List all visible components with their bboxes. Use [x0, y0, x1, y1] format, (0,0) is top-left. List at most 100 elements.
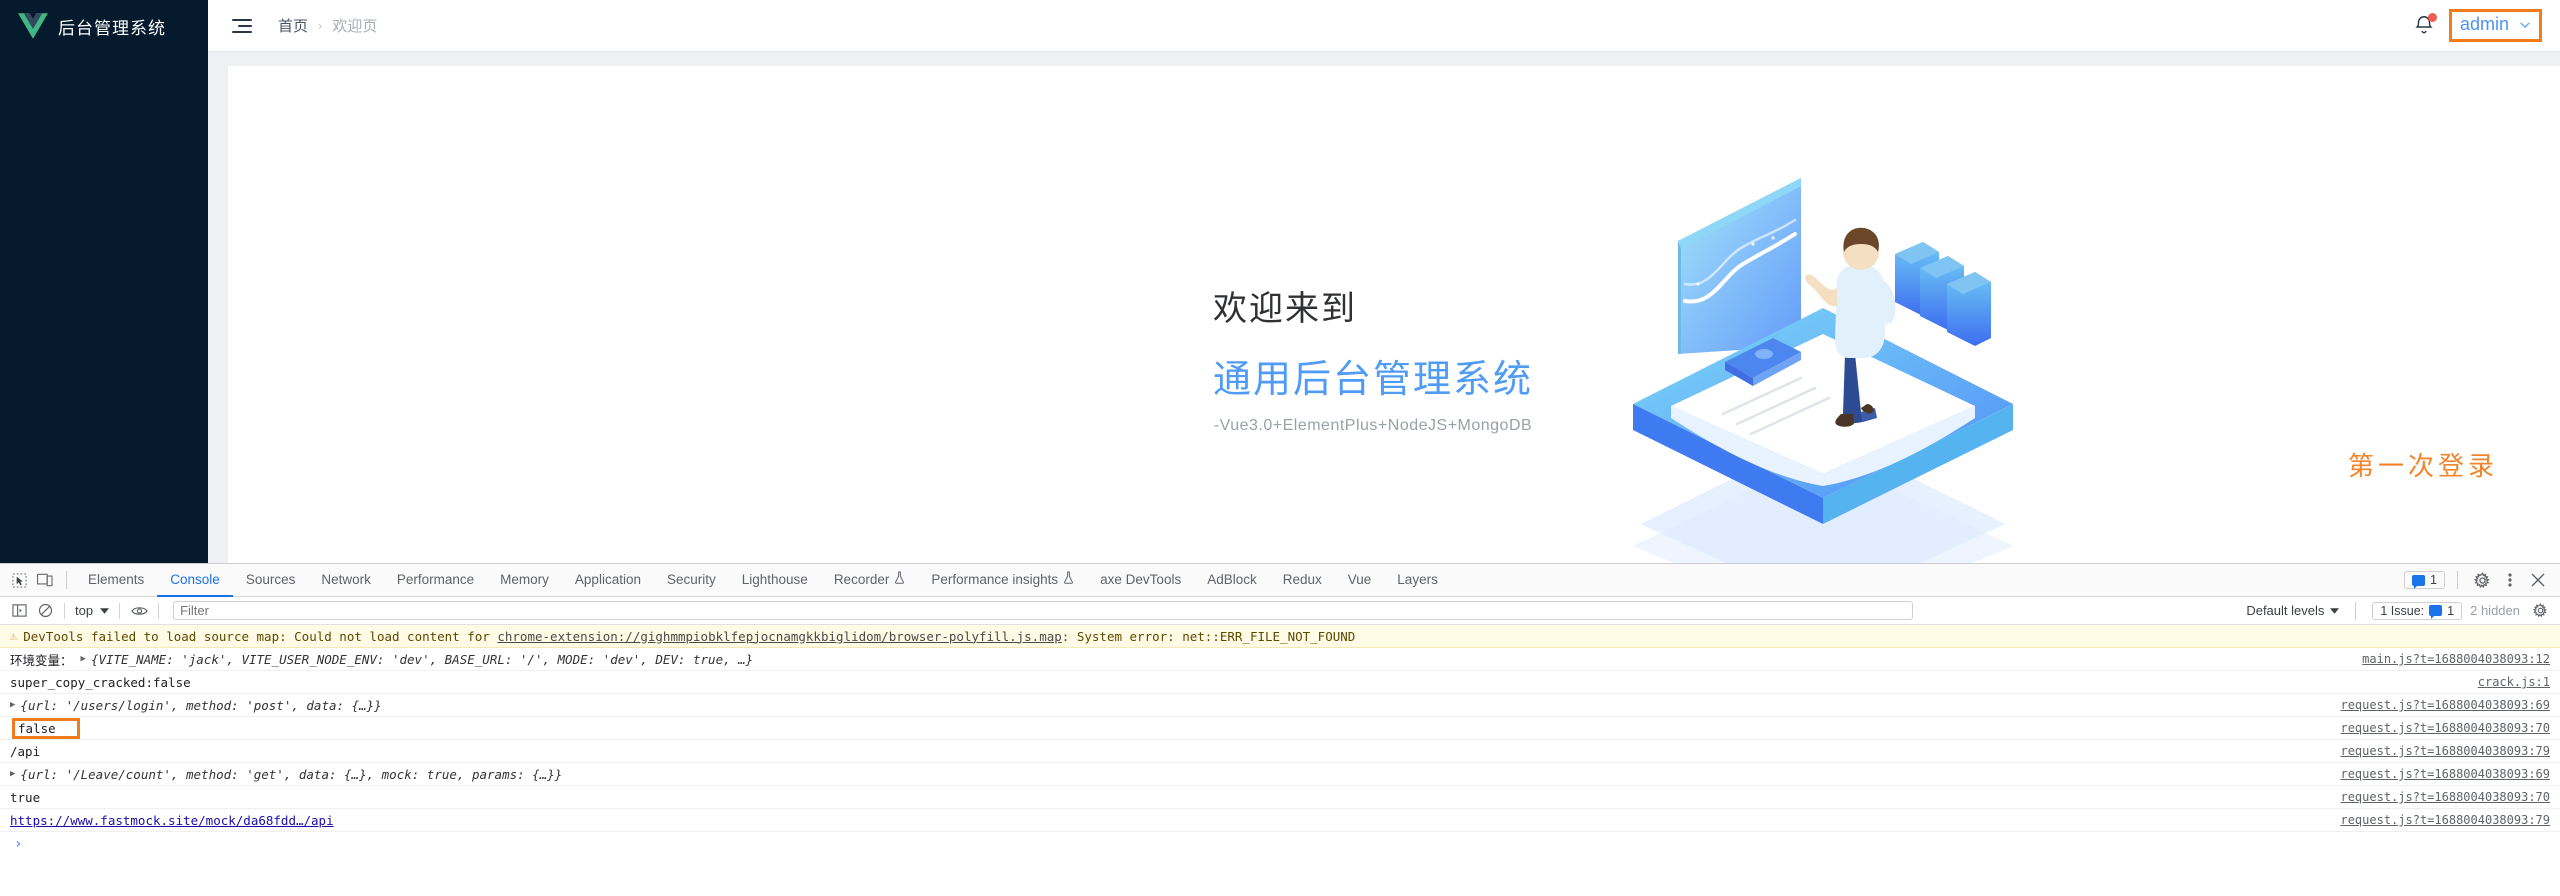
console-issues-label: 1 Issue: [2380, 603, 2425, 618]
expand-triangle-icon[interactable]: ▶ [10, 769, 15, 779]
eye-glyph [130, 606, 148, 615]
devtools-tab-redux[interactable]: Redux [1270, 564, 1335, 597]
devtools-tab-network[interactable]: Network [308, 564, 384, 597]
console-filter-input[interactable] [173, 601, 1914, 620]
sidebar-glyph [11, 604, 27, 617]
console-row[interactable]: 环境变量： ▶ {VITE_NAME: 'jack', VITE_USER_NODE… [0, 648, 2560, 671]
console-row[interactable]: ⚠ DevTools failed to load source map: Cou… [0, 625, 2560, 648]
console-source-link[interactable]: request.js?t=1688004038093:69 [2340, 767, 2550, 781]
devtools-tab-performance[interactable]: Performance [384, 564, 487, 597]
console-object-preview[interactable]: {url: '/users/login', method: 'post', da… [20, 698, 381, 713]
toolbar-divider [66, 571, 67, 589]
console-row[interactable]: ▶ {url: '/Leave/count', method: 'get', da… [0, 763, 2560, 786]
sidebar-logo[interactable]: 后台管理系统 [0, 0, 208, 52]
gear-glyph [2473, 571, 2490, 588]
welcome-line-2: 通用后台管理系统 [1213, 359, 1534, 401]
filter-bar-right: Default levels 1 Issue: 1 2 hidden [2246, 599, 2560, 623]
devtools-tab-memory[interactable]: Memory [487, 564, 562, 597]
devtools-tab-label: Recorder [833, 571, 890, 587]
console-url-link[interactable]: https://www.fastmock.site/mock/da68fdd…/… [10, 813, 334, 828]
source-map-link[interactable]: chrome-extension://gighmmpiobklfepjocnam… [497, 629, 1061, 644]
devtools-tab-axe-devtools[interactable]: axe DevTools [1087, 564, 1194, 597]
console-log-text: /api [10, 743, 41, 759]
devtools-tab-label: Layers [1397, 571, 1438, 587]
issues-counter-button[interactable]: 1 [2404, 571, 2445, 589]
close-icon[interactable] [2526, 568, 2550, 592]
devtools-tab-sources[interactable]: Sources [233, 564, 309, 597]
filter-divider-4 [2355, 601, 2357, 620]
devtools-tab-vue[interactable]: Vue [1335, 564, 1385, 597]
top-header: 首页 › 欢迎页 admin [208, 0, 2560, 52]
inspect-element-icon[interactable] [6, 568, 32, 592]
welcome-text-block: 欢迎来到 通用后台管理系统 -Vue3.0+ElementPlus+NodeJS… [1213, 281, 1533, 435]
console-log-text: super_copy_cracked:false [10, 674, 191, 690]
user-menu-button[interactable]: admin [2448, 9, 2542, 42]
devtools-tab-label: Console [170, 571, 220, 587]
devtools-panel: Elements Console Sources Network Performance… [0, 563, 2560, 896]
console-object-preview[interactable]: {url: '/Leave/count', method: 'get', dat… [20, 767, 562, 782]
notification-bell-icon[interactable] [2413, 12, 2437, 38]
chevron-down-icon [100, 607, 110, 614]
console-source-link[interactable]: request.js?t=1688004038093:70 [2340, 790, 2550, 804]
devtools-tab-elements[interactable]: Elements [75, 564, 157, 597]
devtools-tab-label: Network [321, 571, 371, 587]
live-expression-icon[interactable] [126, 600, 152, 622]
console-source-link[interactable]: crack.js:1 [2478, 675, 2550, 689]
console-source-link[interactable]: main.js?t=1688004038093:12 [2362, 652, 2550, 666]
console-row[interactable]: /api request.js?t=1688004038093:79 [0, 740, 2560, 763]
console-source-link[interactable]: request.js?t=1688004038093:70 [2340, 721, 2550, 735]
device-toolbar-icon[interactable] [32, 568, 58, 592]
clear-console-icon[interactable] [32, 600, 58, 622]
devtools-tab-recorder[interactable]: Recorder [821, 564, 919, 597]
warning-triangle-icon: ⚠ [10, 629, 18, 643]
expand-triangle-icon[interactable]: ▶ [81, 654, 86, 664]
devtools-tab-adblock[interactable]: AdBlock [1194, 564, 1270, 597]
console-source-link[interactable]: request.js?t=1688004038093:69 [2340, 698, 2550, 712]
breadcrumb-home[interactable]: 首页 [278, 15, 308, 36]
console-row[interactable]: ▶ {url: '/users/login', method: 'post', d… [0, 694, 2560, 717]
console-settings-icon[interactable] [2528, 599, 2552, 623]
breadcrumb-separator: › [318, 18, 323, 33]
gear-icon[interactable] [2470, 568, 2494, 592]
console-row[interactable]: super_copy_cracked:false crack.js:1 [0, 671, 2560, 694]
console-message-list[interactable]: ⚠ DevTools failed to load source map: Cou… [0, 625, 2560, 895]
console-row[interactable]: › [0, 832, 2560, 855]
devtools-tab-label: AdBlock [1207, 571, 1257, 587]
context-selector[interactable]: top [71, 603, 113, 618]
breadcrumb-current: 欢迎页 [332, 18, 378, 35]
console-row[interactable]: false request.js?t=1688004038093:70 [0, 717, 2560, 740]
console-gear-glyph [2532, 603, 2547, 618]
devtools-tab-application[interactable]: Application [562, 564, 654, 597]
console-object-preview[interactable]: {VITE_NAME: 'jack', VITE_USER_NODE_ENV: … [91, 652, 753, 667]
devtools-tab-layers[interactable]: Layers [1384, 564, 1451, 597]
log-levels-label: Default levels [2246, 603, 2325, 618]
welcome-illustration [1633, 178, 2013, 563]
more-vertical-icon[interactable] [2498, 568, 2522, 592]
devtools-tab-label: Performance [396, 571, 475, 587]
console-source-link[interactable]: request.js?t=1688004038093:79 [2340, 744, 2550, 758]
devtools-tab-console[interactable]: Console [157, 564, 233, 597]
log-levels-selector[interactable]: Default levels [2246, 603, 2340, 618]
devtools-tab-lighthouse[interactable]: Lighthouse [729, 564, 821, 597]
console-prompt-caret: › [14, 835, 23, 852]
chevron-down-icon [2330, 607, 2340, 614]
welcome-subtitle: -Vue3.0+ElementPlus+NodeJS+MongoDB [1213, 417, 1533, 434]
devtools-tab-performance-insights[interactable]: Performance insights [918, 564, 1087, 597]
console-row[interactable]: https://www.fastmock.site/mock/da68fdd…/… [0, 809, 2560, 832]
console-source-link[interactable]: request.js?t=1688004038093:79 [2340, 813, 2550, 827]
devtools-tab-label: Redux [1282, 571, 1322, 587]
devtools-toolbar-right: 1 [2404, 568, 2560, 592]
chevron-down-icon [2520, 22, 2530, 28]
console-row[interactable]: true request.js?t=1688004038093:70 [0, 786, 2560, 809]
console-sidebar-icon[interactable] [6, 600, 32, 622]
sidebar-logo-text: 后台管理系统 [58, 18, 166, 38]
devtools-tab-security[interactable]: Security [654, 564, 729, 597]
devtools-tab-label: Performance insights [931, 571, 1059, 587]
hidden-messages-label: 2 hidden [2470, 603, 2520, 618]
expand-triangle-icon[interactable]: ▶ [10, 700, 15, 710]
devtools-tab-label: Memory [500, 571, 549, 587]
console-log-label: 环境变量： [10, 652, 73, 668]
hamburger-fold-icon[interactable] [232, 18, 252, 34]
console-issues-button[interactable]: 1 Issue: 1 [2372, 601, 2463, 620]
issues-count-label: 1 [2430, 573, 2437, 587]
